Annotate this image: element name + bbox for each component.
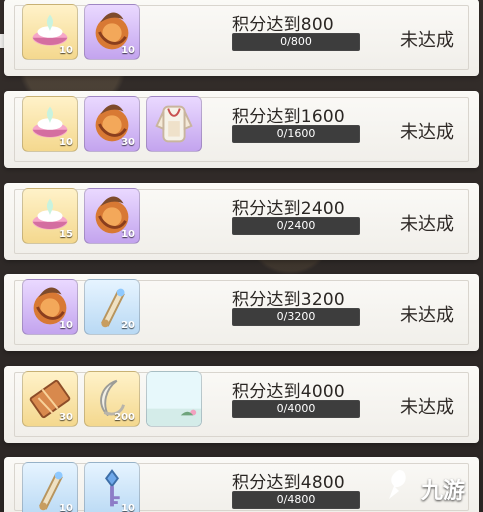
reward-item-phoenix-feather[interactable]: 30: [84, 96, 140, 152]
milestone-title: 积分达到800: [232, 15, 334, 35]
item-count: 10: [59, 320, 73, 331]
reward-item-scroll[interactable]: 20: [84, 279, 140, 335]
reward-items: 15 10: [22, 188, 140, 244]
item-count: 10: [59, 503, 73, 512]
watermark-logo-icon: [389, 470, 406, 499]
progress-text: 0/3200: [276, 310, 316, 323]
progress-bar: 0/800: [232, 33, 360, 51]
progress-bar: 0/1600: [232, 125, 360, 143]
reward-card-1600: 10 30 积分达到1600 0/1600 未达成: [4, 91, 479, 168]
progress-bar: 0/4800: [232, 491, 360, 509]
reward-items: 10 30: [22, 96, 202, 152]
reward-item-costume[interactable]: [146, 96, 202, 152]
item-count: 200: [114, 412, 135, 423]
reward-card-3200: 10 20 积分达到3200 0/3200 未达成: [4, 274, 479, 351]
status-text: 未达成: [400, 397, 454, 418]
item-count: 20: [121, 320, 135, 331]
milestone-title: 积分达到3200: [232, 290, 345, 310]
reward-item-lotus-lamp[interactable]: 15: [22, 188, 78, 244]
reward-card-800: 10 10 积分达到800 0/800 未达成: [4, 0, 479, 76]
milestone-title: 积分达到2400: [232, 199, 345, 219]
watermark-text: 九游: [421, 479, 466, 504]
item-count: 30: [59, 412, 73, 423]
reward-item-bronze-plaque[interactable]: 30: [22, 371, 78, 427]
reward-item-phoenix-feather[interactable]: 10: [22, 279, 78, 335]
progress-text: 0/800: [280, 35, 312, 48]
status-text: 未达成: [400, 214, 454, 235]
progress-bar: 0/3200: [232, 308, 360, 326]
status-text: 未达成: [400, 122, 454, 143]
reward-item-key-charm[interactable]: 10: [84, 462, 140, 512]
milestone-title: 积分达到1600: [232, 107, 345, 127]
reward-list-page: 10 10 积分达到800 0/800 未达成 10 30 积分达到1600 0…: [0, 0, 483, 512]
item-count: 10: [59, 45, 73, 56]
milestone-title: 积分达到4800: [232, 473, 345, 493]
reward-card-2400: 15 10 积分达到2400 0/2400 未达成: [4, 183, 479, 260]
item-count: 10: [121, 229, 135, 240]
progress-text: 0/1600: [276, 127, 316, 140]
reward-item-landscape-background[interactable]: [146, 371, 202, 427]
progress-text: 0/4000: [276, 402, 316, 415]
item-count: 10: [121, 45, 135, 56]
item-count: 10: [121, 503, 135, 512]
status-text: 未达成: [400, 305, 454, 326]
reward-item-scroll[interactable]: 10: [22, 462, 78, 512]
reward-items: 10 20: [22, 279, 140, 335]
reward-item-phoenix-feather[interactable]: 10: [84, 188, 140, 244]
reward-item-crescent-token[interactable]: 200: [84, 371, 140, 427]
reward-item-lotus-lamp[interactable]: 10: [22, 4, 78, 60]
item-count: 10: [59, 137, 73, 148]
reward-item-phoenix-feather[interactable]: 10: [84, 4, 140, 60]
reward-items: 30 200: [22, 371, 202, 427]
status-text: 未达成: [400, 30, 454, 51]
progress-text: 0/4800: [276, 493, 316, 506]
reward-items: 10 10: [22, 4, 140, 60]
brand-watermark: 九游: [383, 468, 466, 504]
progress-bar: 0/2400: [232, 217, 360, 235]
landscape-background-icon: [147, 372, 201, 426]
reward-items: 10 10: [22, 462, 140, 512]
progress-text: 0/2400: [276, 219, 316, 232]
progress-bar: 0/4000: [232, 400, 360, 418]
item-count: 15: [59, 229, 73, 240]
milestone-title: 积分达到4000: [232, 382, 345, 402]
reward-card-4000: 30 200 积分达到4000 0/4000 未达成: [4, 366, 479, 443]
item-count: 30: [121, 137, 135, 148]
costume-icon: [155, 105, 193, 143]
reward-item-lotus-lamp[interactable]: 10: [22, 96, 78, 152]
